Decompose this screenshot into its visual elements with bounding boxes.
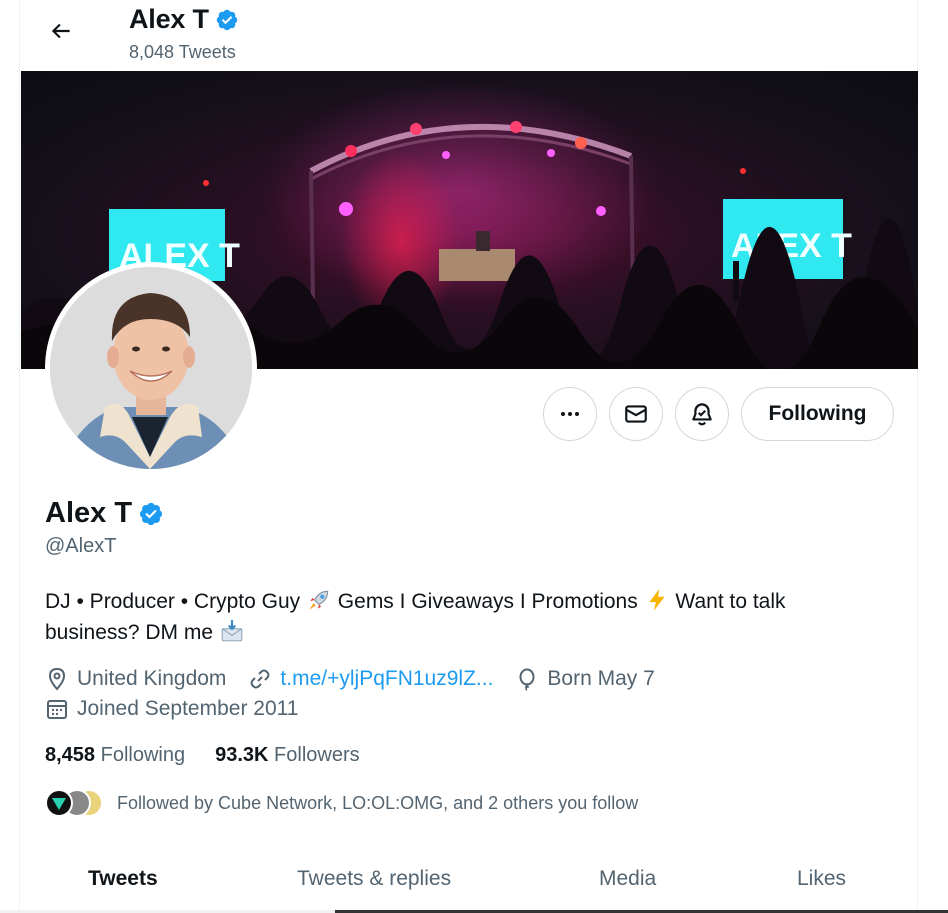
lightning-emoji-icon <box>648 589 665 611</box>
followed-by-row[interactable]: Followed by Cube Network, LO:OL:OMG, and… <box>45 789 638 817</box>
bio-text-1: DJ • Producer • Crypto Guy <box>45 590 301 613</box>
cube-network-logo-icon <box>52 798 66 810</box>
tab-tweets-replies[interactable]: Tweets & replies <box>297 867 451 891</box>
avatar-image <box>50 267 252 469</box>
arrow-left-icon <box>51 23 70 39</box>
profile-name-text: Alex T <box>45 497 133 529</box>
following-stat[interactable]: 8,458 Following <box>45 744 185 767</box>
profile-header: Alex T 8,048 Tweets <box>20 0 917 70</box>
follow-stats: 8,458 Following 93.3K Followers <box>45 744 360 767</box>
profile-bio: DJ • Producer • Crypto Guy Gems I Giveaw… <box>45 586 865 648</box>
birthday-text: Born May 7 <box>547 667 655 690</box>
profile-name: Alex T <box>45 497 164 530</box>
tab-likes[interactable]: Likes <box>797 867 846 891</box>
profile-avatar[interactable] <box>45 262 257 474</box>
tab-media[interactable]: Media <box>599 867 656 891</box>
followers-stat[interactable]: 93.3K Followers <box>215 744 360 767</box>
joined-item: Joined September 2011 <box>45 697 298 721</box>
rocket-emoji-icon <box>309 590 329 610</box>
website-link[interactable]: t.me/+yljPqFN1uz9lZ... <box>280 667 493 691</box>
header-title: Alex T <box>129 4 239 35</box>
verified-badge-icon <box>216 9 238 30</box>
avatar-photo <box>50 267 252 469</box>
bio-text-2: Gems I Giveaways I Promotions <box>331 590 638 613</box>
header-name-text: Alex T <box>129 4 209 34</box>
verified-badge-icon <box>139 502 163 525</box>
column-border-left <box>19 0 20 913</box>
link-icon <box>250 669 270 689</box>
following-label: Following <box>100 744 186 766</box>
envelope-icon <box>625 405 647 423</box>
message-button[interactable] <box>609 387 663 441</box>
more-options-button[interactable] <box>543 387 597 441</box>
joined-text: Joined September 2011 <box>77 697 299 720</box>
envelope-arrow-emoji-icon <box>221 620 243 642</box>
location-text: United Kingdom <box>77 667 227 690</box>
balloon-icon <box>519 668 535 691</box>
followed-by-text: Followed by Cube Network, LO:OL:OMG, and… <box>117 792 639 813</box>
website-item[interactable]: t.me/+yljPqFN1uz9lZ... <box>248 667 493 691</box>
location-item: United Kingdom <box>45 667 226 691</box>
profile-meta-row: United Kingdom t.me/+yljPqFN1uz9lZ... Bo… <box>45 667 677 691</box>
tab-tweets[interactable]: Tweets <box>88 867 158 891</box>
following-button[interactable]: Following <box>741 387 894 441</box>
followers-label: Followers <box>274 744 360 766</box>
banner-screen-right-text: ALEX T <box>731 227 852 265</box>
notifications-button[interactable] <box>675 387 729 441</box>
following-count: 8,458 <box>45 744 96 766</box>
profile-handle: @AlexT <box>45 535 117 557</box>
location-pin-icon <box>48 667 66 691</box>
mutual-avatar-1 <box>45 789 73 817</box>
profile-joined-row: Joined September 2011 <box>45 697 320 721</box>
back-button[interactable] <box>42 12 80 50</box>
tweet-count: 8,048 Tweets <box>129 42 236 62</box>
mutual-avatars <box>45 789 103 817</box>
followers-count: 93.3K <box>215 744 269 766</box>
calendar-icon <box>47 700 67 719</box>
bell-icon <box>692 403 712 426</box>
profile-tabs: Tweets Tweets & replies Media Likes <box>20 853 917 911</box>
more-dots-icon <box>561 412 579 416</box>
birthday-item: Born May 7 <box>515 667 655 691</box>
